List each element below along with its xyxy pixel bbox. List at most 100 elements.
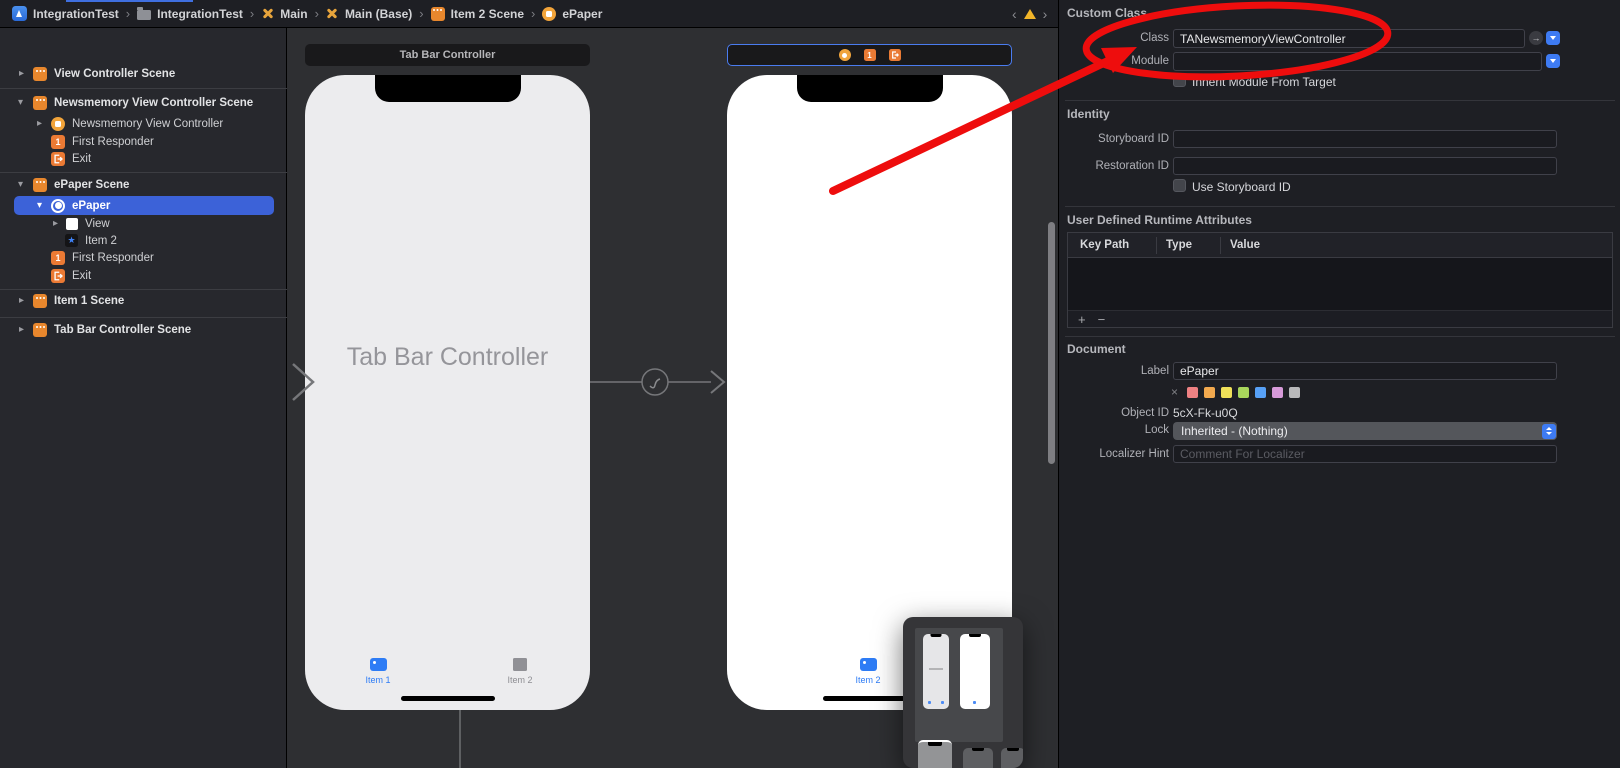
lock-popup-button[interactable]: Inherited - (Nothing) xyxy=(1173,422,1557,440)
column-key-path: Key Path xyxy=(1080,233,1129,258)
storyboard-icon xyxy=(261,7,274,20)
identity-inspector: Custom Class Class → Module Inherit Modu… xyxy=(1058,0,1620,768)
jump-bar-navigation: ‹ › xyxy=(1012,0,1058,28)
sidebar-item-tab-bar-controller-scene[interactable]: ▸ Tab Bar Controller Scene xyxy=(0,321,287,339)
add-attribute-button[interactable]: + xyxy=(1078,313,1086,326)
inherit-module-checkbox[interactable] xyxy=(1173,74,1186,87)
color-swatch-row: × xyxy=(1059,387,1620,399)
module-input[interactable] xyxy=(1173,52,1542,71)
scene-icon xyxy=(33,294,47,308)
color-swatch-gray[interactable] xyxy=(1289,387,1300,398)
sidebar-item-item2[interactable]: ★ Item 2 xyxy=(0,232,287,250)
table-footer: + − xyxy=(1068,310,1612,327)
document-label-label: Label xyxy=(1059,365,1169,377)
minimap-phone xyxy=(1001,748,1023,768)
vertical-scrollbar[interactable] xyxy=(1048,222,1055,464)
jump-to-class-button[interactable]: → xyxy=(1529,31,1543,45)
divider xyxy=(1065,336,1615,337)
sidebar-item-view-controller-scene[interactable]: ▸ View Controller Scene xyxy=(0,65,287,83)
initial-entry-arrow-icon xyxy=(293,364,313,400)
module-dropdown-button[interactable] xyxy=(1546,54,1560,68)
exit-icon xyxy=(51,152,65,166)
divider xyxy=(0,289,287,290)
breadcrumb-label: Item 2 Scene xyxy=(451,7,524,21)
chevron-down-icon[interactable]: ▾ xyxy=(18,176,23,194)
breadcrumb-label: Main xyxy=(280,7,307,21)
sidebar-item-item1-scene[interactable]: ▸ Item 1 Scene xyxy=(0,292,287,310)
sidebar-item-exit[interactable]: Exit xyxy=(0,267,287,285)
sidebar-item-epaper-selected[interactable]: ▾ ePaper xyxy=(0,196,287,215)
breadcrumb-separator: › xyxy=(419,6,423,21)
class-field-label: Class xyxy=(1059,32,1169,44)
inherit-module-label: Inherit Module From Target xyxy=(1192,75,1336,89)
chevron-right-icon[interactable]: ▸ xyxy=(19,321,24,339)
breadcrumb-label: ePaper xyxy=(562,7,602,21)
breadcrumb-project[interactable]: IntegrationTest xyxy=(12,6,119,21)
localizer-hint-input[interactable] xyxy=(1173,445,1557,463)
chevron-down-icon[interactable]: ▾ xyxy=(37,197,42,215)
canvas-minimap[interactable] xyxy=(903,617,1023,768)
breadcrumb-view-controller[interactable]: ePaper xyxy=(542,7,602,21)
breadcrumb-group[interactable]: IntegrationTest xyxy=(137,7,243,21)
scene-icon xyxy=(33,67,47,81)
breadcrumb-label: IntegrationTest xyxy=(157,7,243,21)
minimap-viewport[interactable] xyxy=(915,628,1003,742)
view-icon xyxy=(66,218,78,230)
storyboard-id-input[interactable] xyxy=(1173,130,1557,148)
color-swatch-green[interactable] xyxy=(1238,387,1249,398)
sidebar-item-newsmemory-view-controller[interactable]: ▸ Newsmemory View Controller xyxy=(0,115,287,133)
column-divider xyxy=(1220,237,1221,254)
sidebar-item-view[interactable]: ▸ View xyxy=(0,215,287,233)
scene-icon xyxy=(33,323,47,337)
view-controller-icon xyxy=(51,199,65,213)
sidebar-item-first-responder[interactable]: 1 First Responder xyxy=(0,249,287,267)
scene-icon xyxy=(431,7,445,21)
class-dropdown-button[interactable] xyxy=(1546,31,1560,45)
chevron-down-icon xyxy=(1550,36,1556,40)
sidebar-item-first-responder[interactable]: 1 First Responder xyxy=(0,133,287,151)
color-swatch-yellow[interactable] xyxy=(1221,387,1232,398)
storyboard-icon xyxy=(326,7,339,20)
class-input[interactable] xyxy=(1173,29,1525,48)
clear-color-button[interactable]: × xyxy=(1171,385,1178,399)
minimap-phone xyxy=(918,740,952,768)
breadcrumb-separator: › xyxy=(250,6,254,21)
chevron-right-icon[interactable]: ▸ xyxy=(19,65,24,83)
document-label-input[interactable] xyxy=(1173,362,1557,380)
color-swatch-blue[interactable] xyxy=(1255,387,1266,398)
view-controller-icon xyxy=(51,117,65,131)
remove-attribute-button[interactable]: − xyxy=(1098,313,1106,326)
chevron-right-icon[interactable]: ▸ xyxy=(37,115,42,133)
sidebar-item-newsmemory-scene[interactable]: ▾ Newsmemory View Controller Scene xyxy=(0,94,287,112)
sidebar-item-exit[interactable]: Exit xyxy=(0,150,287,168)
breadcrumb-separator: › xyxy=(531,6,535,21)
breadcrumb-label: Main (Base) xyxy=(345,7,412,21)
divider xyxy=(0,88,287,89)
chevron-right-icon[interactable]: ▸ xyxy=(53,215,58,233)
color-swatch-red[interactable] xyxy=(1187,387,1198,398)
runtime-attributes-table[interactable]: Key Path Type Value + − xyxy=(1067,232,1613,328)
breadcrumb-storyboard-base[interactable]: Main (Base) xyxy=(326,7,412,21)
warning-icon[interactable] xyxy=(1024,9,1036,19)
use-storyboard-id-checkbox[interactable] xyxy=(1173,179,1186,192)
nav-back-button[interactable]: ‹ xyxy=(1012,7,1017,21)
active-tab-indicator xyxy=(66,0,193,2)
minimap-phone xyxy=(960,634,990,709)
section-title-custom-class: Custom Class xyxy=(1067,6,1147,20)
divider xyxy=(0,172,287,173)
divider xyxy=(1065,206,1615,207)
chevron-down-icon[interactable]: ▾ xyxy=(18,94,23,112)
breadcrumb-label: IntegrationTest xyxy=(33,7,119,21)
breadcrumb-scene[interactable]: Item 2 Scene xyxy=(431,7,524,21)
lock-label: Lock xyxy=(1059,424,1169,436)
chevron-right-icon[interactable]: ▸ xyxy=(19,292,24,310)
nav-forward-button[interactable]: › xyxy=(1043,7,1048,21)
scene-icon xyxy=(33,96,47,110)
color-swatch-purple[interactable] xyxy=(1272,387,1283,398)
breadcrumb-storyboard[interactable]: Main xyxy=(261,7,307,21)
scene-icon xyxy=(33,178,47,192)
object-id-value: 5cX-Fk-u0Q xyxy=(1173,406,1238,420)
color-swatch-orange[interactable] xyxy=(1204,387,1215,398)
restoration-id-input[interactable] xyxy=(1173,157,1557,175)
sidebar-item-epaper-scene[interactable]: ▾ ePaper Scene xyxy=(0,176,287,194)
